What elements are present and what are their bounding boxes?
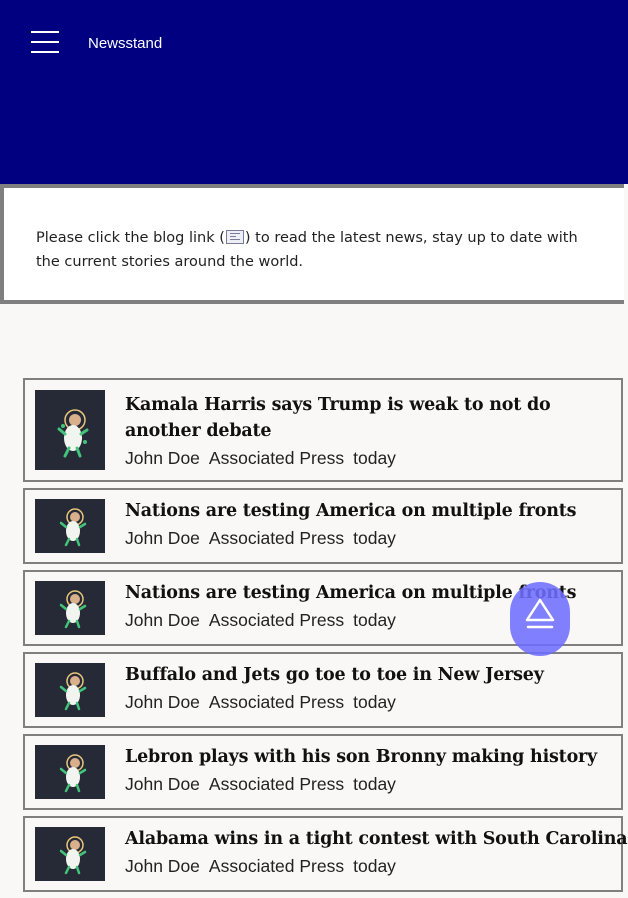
article-title[interactable]: Lebron plays with his son Bronny making … (125, 744, 605, 770)
astronaut-thumbnail (35, 499, 105, 553)
article-author: John Doe (125, 692, 200, 712)
article-meta: John Doe Associated Press today (125, 610, 405, 631)
article-date: today (353, 692, 396, 712)
article-title[interactable]: Alabama wins in a tight contest with Sou… (125, 826, 628, 852)
article-date: today (353, 610, 396, 630)
scroll-to-top-button[interactable] (510, 582, 570, 656)
article-source: Associated Press (208, 528, 345, 548)
app-title: Newsstand (88, 35, 163, 52)
article-title[interactable]: Nations are testing America on multiple … (125, 498, 605, 524)
hamburger-menu-icon[interactable] (31, 31, 59, 53)
article-meta: John Doe Associated Press today (125, 448, 405, 469)
article-author: John Doe (125, 856, 200, 876)
news-card[interactable]: Buffalo and Jets go toe to toe in New Je… (23, 652, 623, 728)
article-meta: John Doe Associated Press today (125, 692, 405, 713)
article-author: John Doe (125, 528, 200, 548)
news-card[interactable]: Alabama wins in a tight contest with Sou… (23, 816, 628, 892)
article-date: today (353, 528, 396, 548)
notice-text: Please click the blog link () to read th… (36, 226, 596, 274)
astronaut-thumbnail (35, 663, 105, 717)
article-source: Associated Press (208, 448, 345, 468)
article-date: today (353, 856, 396, 876)
article-title[interactable]: Kamala Harris says Trump is weak to not … (125, 392, 555, 444)
article-title[interactable]: Buffalo and Jets go toe to toe in New Je… (125, 662, 605, 688)
news-card[interactable]: Nations are testing America on multiple … (23, 488, 623, 564)
article-meta: John Doe Associated Press today (125, 528, 405, 549)
article-author: John Doe (125, 610, 200, 630)
article-source: Associated Press (208, 610, 345, 630)
article-meta: John Doe Associated Press today (125, 774, 405, 795)
astronaut-thumbnail (35, 827, 105, 881)
news-card[interactable]: Lebron plays with his son Bronny making … (23, 734, 623, 810)
article-date: today (353, 448, 396, 468)
article-source: Associated Press (208, 774, 345, 794)
notice-text-before: Please click the blog link ( (36, 230, 225, 246)
astronaut-thumbnail (35, 745, 105, 799)
article-date: today (353, 774, 396, 794)
article-source: Associated Press (208, 856, 345, 876)
app-header: Newsstand (0, 0, 628, 184)
scroll-to-top-icon (525, 598, 555, 629)
article-author: John Doe (125, 448, 200, 468)
news-card[interactable]: Kamala Harris says Trump is weak to not … (23, 378, 623, 482)
astronaut-thumbnail (35, 581, 105, 635)
article-source: Associated Press (208, 692, 345, 712)
article-meta: John Doe Associated Press today (125, 856, 405, 877)
notice-panel: Please click the blog link () to read th… (0, 184, 624, 304)
astronaut-thumbnail (35, 390, 105, 470)
blog-newspaper-icon[interactable] (225, 230, 244, 244)
article-author: John Doe (125, 774, 200, 794)
